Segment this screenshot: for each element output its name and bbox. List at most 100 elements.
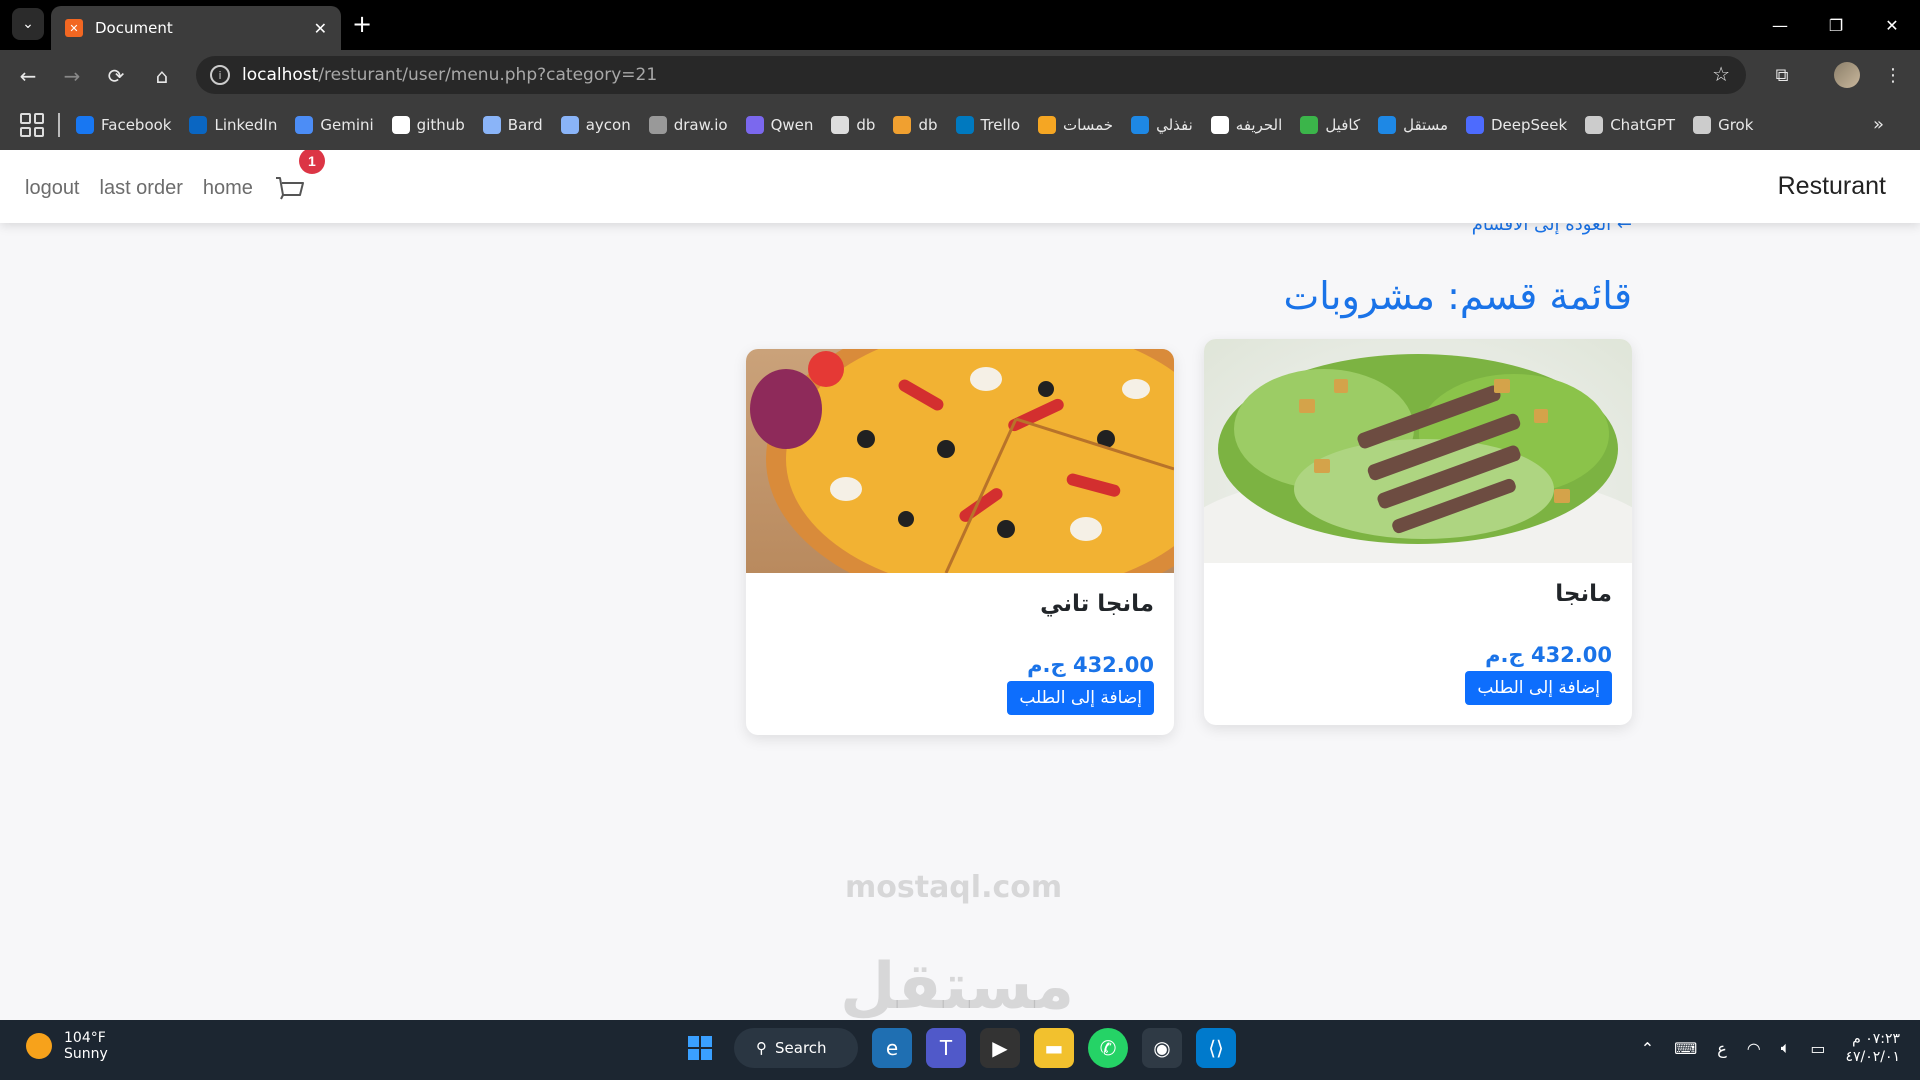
site-info-icon[interactable]: i [210,65,230,85]
deepseek-icon [1465,116,1484,134]
home-link[interactable]: home [203,177,253,200]
bookmark-star-icon[interactable]: ☆ [1712,62,1730,86]
xampp-favicon-icon: ✕ [65,19,83,37]
more-bookmarks-icon[interactable]: » [1873,114,1884,135]
volume-icon[interactable]: 🔈︎ [1781,1038,1791,1058]
wifi-icon[interactable]: ◠ [1747,1039,1761,1058]
last-order-link[interactable]: last order [100,177,183,200]
bookmark-item[interactable]: draw.io [648,116,728,134]
battery-icon[interactable]: ▭ [1810,1039,1825,1058]
file-explorer-icon[interactable]: ▬ [1034,1028,1074,1068]
back-arrow-icon[interactable]: ← [12,60,44,92]
bookmark-label: aycon [585,116,631,134]
product-name: مانجا تاني [1040,591,1154,617]
browser-toolbar: ← → ⟳ ⌂ i localhost/resturant/user/menu.… [0,50,1920,100]
bookmark-label: db [918,116,938,134]
extensions-icon[interactable]: ⧉ [1767,60,1797,90]
bookmark-item[interactable]: ChatGPT [1585,116,1675,134]
watermark-url: mostaql.com [845,870,1063,905]
watermark-logo: مستقل [840,950,1075,1020]
browser-tab[interactable]: ✕ Document ✕ [51,6,341,50]
bookmark-item[interactable]: db [893,116,938,134]
page-title: قائمة قسم: مشروبات [1283,274,1632,318]
bookmark-item[interactable]: Grok [1693,116,1753,134]
tab-close-icon[interactable]: ✕ [314,19,327,38]
bookmark-item[interactable]: Bard [482,116,543,134]
bookmark-item[interactable]: Facebook [76,116,171,134]
browser-tab-strip: ⌄ ✕ Document ✕ + — ❐ ✕ [0,0,1920,50]
db-icon [893,116,912,134]
weather-widget[interactable]: 104°F Sunny [26,1030,108,1062]
bookmark-item[interactable]: كافيل [1300,116,1360,134]
apps-grid-icon[interactable] [20,113,44,137]
edge-icon[interactable]: e [872,1028,912,1068]
bookmark-label: ChatGPT [1610,116,1676,134]
chrome-icon[interactable]: ◉ [1142,1028,1182,1068]
media-player-icon[interactable]: ▶ [980,1028,1020,1068]
minimize-button[interactable]: — [1752,0,1808,50]
weather-condition: Sunny [64,1046,108,1062]
chatgpt-icon [1585,116,1604,134]
bookmark-item[interactable]: aycon [560,116,631,134]
search-icon: ⚲ [756,1039,767,1057]
taskbar-search[interactable]: ⚲ Search [734,1028,858,1068]
bookmark-item[interactable]: Qwen [745,116,814,134]
bookmark-label: الحريفه [1235,116,1283,134]
product-card-body: مانجا 432.00 ج.م إضافة إلى الطلب [1204,563,1632,725]
site-brand[interactable]: Resturant [1778,172,1886,201]
product-price: 432.00 ج.م [1027,653,1154,677]
chevron-up-icon[interactable]: ⌃ [1641,1039,1654,1058]
bookmark-item[interactable]: خمسات [1038,116,1113,134]
tab-search-button[interactable]: ⌄ [12,8,44,40]
bookmark-label: Grok [1718,116,1754,134]
linkedin-icon [189,116,208,134]
windows-start-icon[interactable] [680,1028,720,1068]
cart-button[interactable]: 1 [275,150,325,201]
search-label: Search [775,1039,827,1057]
vscode-icon[interactable]: ⟨⟩ [1196,1028,1236,1068]
facebook-icon [76,116,94,134]
bookmark-label: draw.io [673,116,728,134]
whatsapp-icon[interactable]: ✆ [1088,1028,1128,1068]
bookmark-item[interactable]: Gemini [295,116,374,134]
cart-icon [275,177,304,200]
profile-avatar[interactable] [1832,60,1862,90]
close-window-button[interactable]: ✕ [1864,0,1920,50]
bookmarks-bar: Facebook LinkedIn Gemini github Bard aycon dra… [0,100,1920,150]
logout-link[interactable]: logout [25,177,80,200]
product-card: مانجا تاني 432.00 ج.م إضافة إلى الطلب [746,349,1174,735]
bookmark-label: Qwen [770,116,814,134]
bookmark-item[interactable]: الحريفه [1210,116,1283,134]
bookmark-item[interactable]: DeepSeek [1465,116,1567,134]
reload-icon[interactable]: ⟳ [100,60,132,92]
khamsat-icon [1038,116,1057,134]
taskbar-apps: ⚲ Search e T ▶ ▬ ✆ ◉ ⟨⟩ [680,1028,1236,1068]
new-tab-button[interactable]: + [352,10,372,38]
forward-arrow-icon[interactable]: → [56,60,88,92]
sun-icon [26,1033,52,1059]
bookmarks-divider [58,113,60,137]
cart-count-badge: 1 [298,150,325,174]
input-language[interactable]: ع [1717,1039,1727,1058]
bookmark-item[interactable]: db [831,116,875,134]
restore-button[interactable]: ❐ [1808,0,1864,50]
bookmark-item[interactable]: Trello [955,116,1020,134]
add-to-order-button[interactable]: إضافة إلى الطلب [1465,671,1612,705]
browser-menu-icon[interactable]: ⋮ [1878,60,1908,90]
add-to-order-button[interactable]: إضافة إلى الطلب [1007,681,1154,715]
tab-title: Document [95,19,173,37]
address-bar[interactable]: i localhost/resturant/user/menu.php?cate… [196,56,1746,94]
bookmark-item[interactable]: نفذلي [1131,116,1193,134]
bard-icon [482,116,501,134]
gemini-icon [295,116,314,134]
teams-icon[interactable]: T [926,1028,966,1068]
home-icon[interactable]: ⌂ [146,60,178,92]
bookmark-item[interactable]: LinkedIn [189,116,277,134]
keyboard-icon[interactable]: ⌨ [1674,1039,1697,1058]
taskbar-clock[interactable]: ٠٧:٢٣ م ٤٧/٠٢/٠١ [1845,1030,1900,1066]
bookmark-item[interactable]: github [391,116,465,134]
product-price: 432.00 ج.م [1485,643,1612,667]
flag-icon [560,116,579,134]
bookmark-item[interactable]: مستقل [1378,116,1448,134]
mostaql-icon [1378,116,1397,134]
